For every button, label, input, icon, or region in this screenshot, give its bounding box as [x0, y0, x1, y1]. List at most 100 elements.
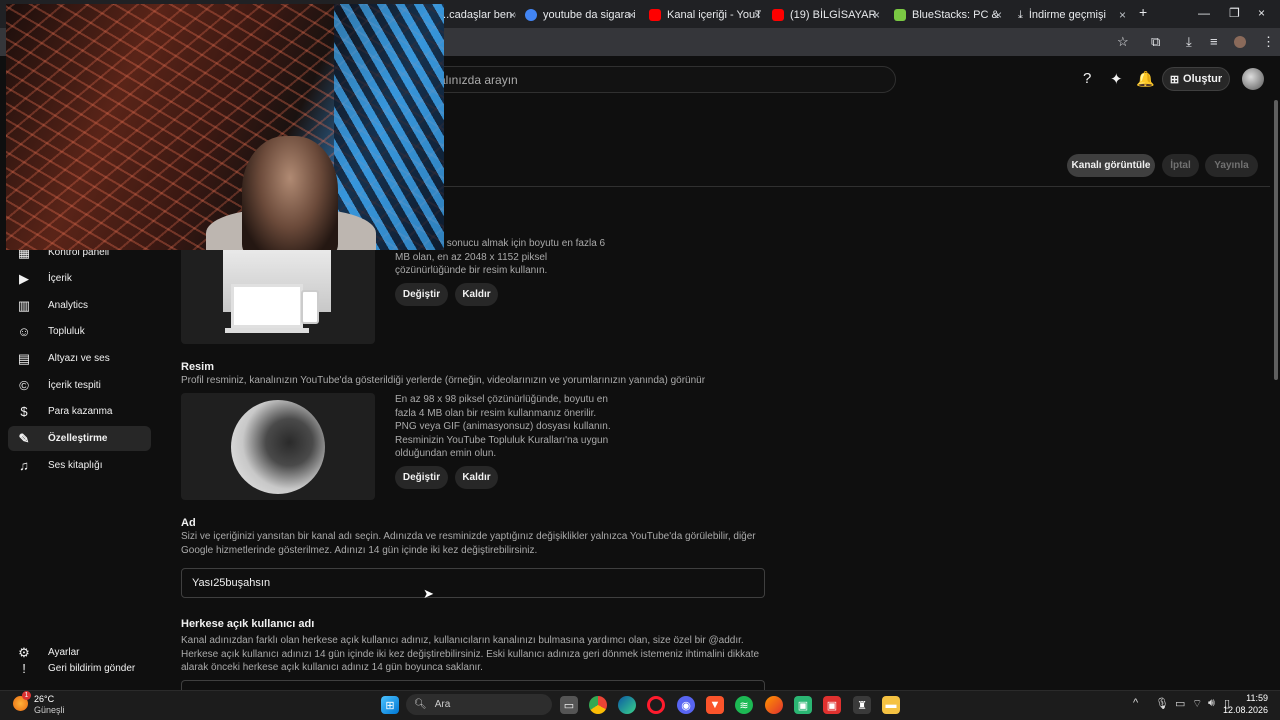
- browser-tab[interactable]: Kanal içeriği - YouTu ×: [649, 4, 761, 26]
- content-icon: ▶: [19, 270, 29, 286]
- tab-title: Kanal içeriği - YouTu: [667, 9, 761, 21]
- laptop-icon: [231, 284, 303, 328]
- microphone-icon[interactable]: 🎙︎: [1155, 697, 1169, 710]
- handle-field[interactable]: [181, 680, 765, 690]
- chrome-icon[interactable]: [589, 696, 607, 714]
- sparkle-icon[interactable]: ✦: [1110, 70, 1123, 88]
- brave-icon[interactable]: ▼: [706, 696, 724, 714]
- mouse-cursor-icon: ➤: [423, 586, 434, 601]
- sidebar-item-subtitles[interactable]: ▤ Altyazı ve ses: [8, 346, 151, 371]
- file-explorer-icon[interactable]: ▬: [882, 696, 900, 714]
- google-icon: [525, 9, 537, 21]
- task-view-icon[interactable]: ▭: [560, 696, 578, 714]
- search-icon: 🔍︎: [414, 699, 427, 710]
- sidebar-item-customization[interactable]: ✎ Özelleştirme: [8, 426, 151, 451]
- channel-name-field[interactable]: Yası25buşahsın: [181, 568, 765, 598]
- tab-close-icon[interactable]: ×: [995, 8, 1002, 22]
- edge-icon[interactable]: [618, 696, 636, 714]
- profile-avatar[interactable]: [1234, 36, 1246, 48]
- windows-start-icon[interactable]: ⊞: [381, 696, 399, 714]
- banner-change-button[interactable]: Değiştir: [395, 283, 448, 306]
- help-icon[interactable]: ?: [1083, 70, 1091, 87]
- webcam-person: [242, 136, 338, 250]
- sidebar-item-feedback[interactable]: ! Geri bildirim gönder: [8, 656, 151, 681]
- browser-tab[interactable]: ⤓ İndirme geçmişi ×: [1018, 4, 1126, 26]
- new-tab-button[interactable]: +: [1139, 4, 1147, 20]
- subtitles-icon: ▤: [17, 350, 31, 366]
- app-icon[interactable]: ▣: [794, 696, 812, 714]
- handle-section-title: Herkese açık kullanıcı adı: [181, 618, 315, 630]
- tab-close-icon[interactable]: ×: [1119, 8, 1126, 22]
- tab-title: BlueStacks: PC & Mac: [912, 9, 1002, 21]
- sidebar-item-audio-library[interactable]: ♫ Ses kitaplığı: [8, 453, 151, 478]
- account-avatar[interactable]: [1242, 68, 1264, 90]
- picture-remove-button[interactable]: Kaldır: [455, 466, 498, 489]
- sidebar-item-copyright[interactable]: © İçerik tespiti: [8, 373, 151, 398]
- create-video-icon: ⊞: [1169, 73, 1180, 86]
- opera-icon[interactable]: [647, 696, 665, 714]
- clock-date[interactable]: 12.08.2026: [1206, 705, 1268, 715]
- sidebar-item-analytics[interactable]: ▥ Analytics: [8, 293, 151, 318]
- notifications-bell-icon[interactable]: 🔔: [1136, 70, 1155, 88]
- cancel-button[interactable]: İptal: [1162, 154, 1199, 177]
- bookmark-star-icon[interactable]: ☆: [1117, 34, 1129, 50]
- create-button[interactable]: ⊞ Oluştur: [1162, 67, 1230, 91]
- sidebar-item-monetization[interactable]: $ Para kazanma: [8, 399, 151, 424]
- extensions-icon[interactable]: ⧉: [1151, 34, 1160, 50]
- menu-kebab-icon[interactable]: ⋮: [1262, 34, 1275, 50]
- tab-close-icon[interactable]: ×: [873, 8, 880, 22]
- sidebar-item-label: Analytics: [48, 300, 89, 311]
- wifi-icon[interactable]: ⌔: [1192, 697, 1202, 711]
- weather-temp[interactable]: 26°C: [34, 694, 54, 704]
- browser-tab[interactable]: youtube da sigara iç ×: [525, 4, 635, 26]
- reading-list-icon[interactable]: ≡: [1210, 34, 1218, 49]
- webcam-blue-light: [334, 4, 444, 250]
- window-close-icon[interactable]: ×: [1258, 6, 1265, 20]
- tab-title: youtube da sigara iç: [543, 9, 635, 21]
- picture-section-title: Resim: [181, 361, 215, 373]
- monetization-icon: $: [20, 404, 28, 419]
- sidebar-item-label: Altyazı ve ses: [48, 353, 110, 364]
- sidebar-item-community[interactable]: ☺ Topluluk: [8, 319, 151, 344]
- tab-close-icon[interactable]: ×: [628, 8, 635, 22]
- customization-icon: ✎: [18, 430, 30, 446]
- tray-overflow-chevron-icon[interactable]: ^: [1133, 697, 1138, 709]
- search-input[interactable]: ...alınızda arayın: [380, 66, 896, 93]
- tab-title: ...cadaşlar ben o: [440, 9, 516, 21]
- create-label: Oluştur: [1183, 73, 1223, 85]
- tab-close-icon[interactable]: ×: [509, 8, 516, 22]
- downloads-icon[interactable]: ⤓: [1186, 34, 1192, 50]
- minimize-icon[interactable]: —: [1198, 6, 1210, 20]
- youtube-icon: [649, 9, 661, 21]
- publish-button[interactable]: Yayınla: [1205, 154, 1258, 177]
- clock-time[interactable]: 11:59: [1230, 693, 1268, 703]
- laptop-base: [225, 328, 309, 333]
- discord-icon[interactable]: ◉: [677, 696, 695, 714]
- sidebar-item-label: İçerik: [48, 273, 72, 284]
- sidebar-item-label: İçerik tespiti: [48, 380, 101, 391]
- browser-tab[interactable]: BlueStacks: PC & Mac ×: [894, 4, 1002, 26]
- firefox-icon[interactable]: [765, 696, 783, 714]
- browser-tab[interactable]: ...cadaşlar ben o ×: [440, 4, 516, 26]
- weather-desc[interactable]: Güneşli: [34, 705, 65, 715]
- sidebar-item-label: Özelleştirme: [48, 433, 108, 444]
- webcam-overlay: [6, 4, 444, 250]
- banner-preview: [181, 244, 375, 344]
- scrollbar[interactable]: [1274, 100, 1278, 380]
- view-channel-button[interactable]: Kanalı görüntüle: [1067, 154, 1155, 177]
- analytics-icon: ▥: [17, 297, 31, 313]
- restore-icon[interactable]: ❐: [1229, 6, 1240, 20]
- banner-remove-button[interactable]: Kaldır: [455, 283, 498, 306]
- tab-close-icon[interactable]: ×: [754, 8, 761, 22]
- browser-tab[interactable]: (19) BİLGİSAYAR 🔊 ×: [772, 4, 880, 26]
- windows-taskbar: [0, 690, 1280, 720]
- game-icon[interactable]: ♜: [853, 696, 871, 714]
- app-icon-red[interactable]: ▣: [823, 696, 841, 714]
- youtube-icon: [772, 9, 784, 21]
- bluestacks-icon: [894, 9, 906, 21]
- display-icon[interactable]: ▭: [1175, 697, 1185, 710]
- sidebar-item-content[interactable]: ▶ İçerik: [8, 266, 151, 291]
- taskbar-search[interactable]: 🔍︎ Ara: [406, 694, 552, 715]
- spotify-icon[interactable]: ≋: [735, 696, 753, 714]
- picture-change-button[interactable]: Değiştir: [395, 466, 448, 489]
